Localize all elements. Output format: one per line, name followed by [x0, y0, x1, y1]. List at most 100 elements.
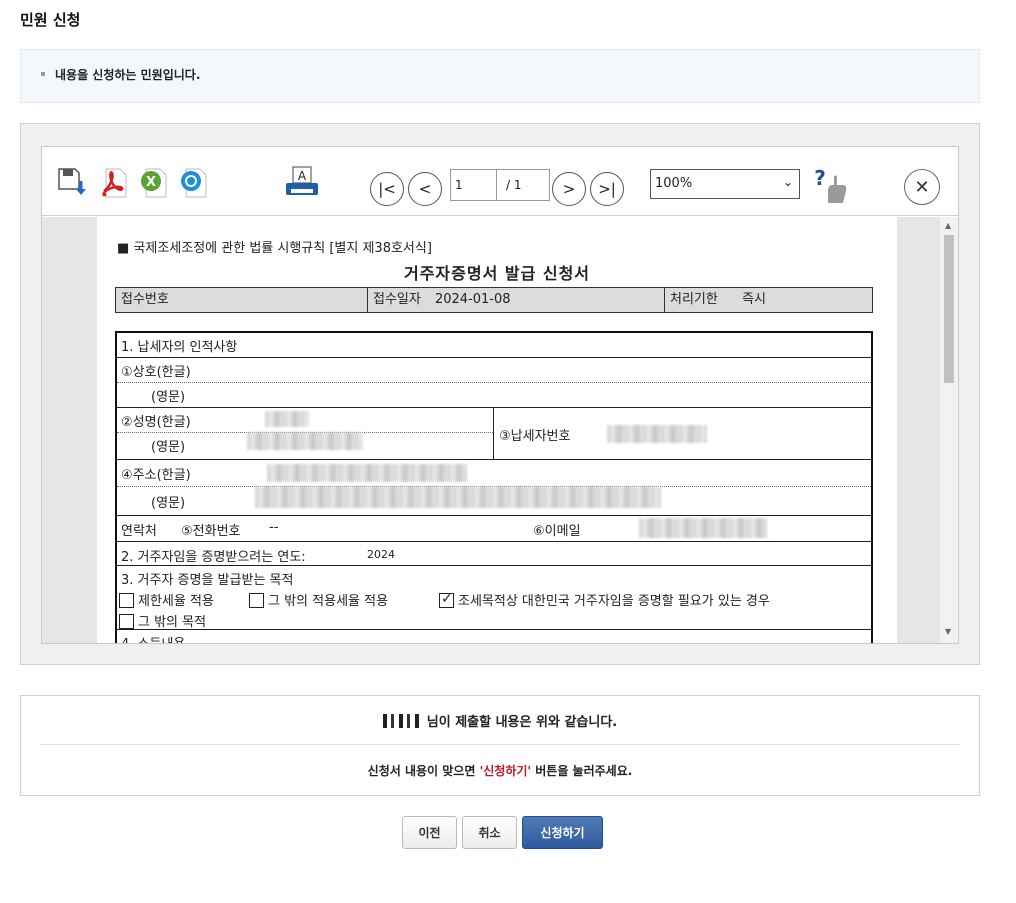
name-kr-label: ②성명(한글) — [121, 415, 191, 430]
notice-text: 내용을 신청하는 민원입니다. — [55, 68, 201, 82]
cell-divider — [493, 408, 494, 459]
receipt-date-value: 2024-01-08 — [434, 292, 511, 307]
receipt-meta-table: 접수번호 접수일자 2024-01-08 처리기한 즉시 — [115, 287, 873, 313]
vertical-scrollbar[interactable]: ▲ ▼ — [940, 217, 958, 643]
svg-text:?: ? — [814, 167, 826, 190]
excel-icon[interactable]: X — [138, 167, 170, 199]
next-page-button[interactable]: > — [552, 172, 586, 206]
close-viewer-button[interactable]: ✕ — [904, 169, 940, 205]
form-law-reference: ■ 국제조세조정에 관한 법률 시행규칙 [별지 제38호서식] — [117, 241, 432, 256]
instruction-prefix: 신청서 내용이 맞으면 — [367, 764, 480, 778]
redacted-name-en — [247, 432, 363, 450]
checkbox[interactable] — [249, 593, 264, 608]
page-current: 1 — [455, 178, 463, 192]
section2-title: 2. 거주자임을 증명받으려는 연도: — [121, 550, 306, 565]
purpose-3-label: 조세목적상 대한민국 거주자임을 증명할 필요가 있는 경우 — [458, 594, 770, 609]
document-area: ■ 국제조세조정에 관한 법률 시행규칙 [별지 제38호서식] 거주자증명서 … — [42, 217, 958, 643]
scrollbar-thumb[interactable] — [944, 235, 954, 383]
section4-row: 4. 소득내용 — [117, 629, 871, 643]
confirmation-box: 님이 제출할 내용은 위와 같습니다. 신청서 내용이 맞으면 '신청하기' 버… — [20, 695, 980, 796]
redacted-email — [639, 518, 767, 538]
svg-text:X: X — [146, 175, 156, 190]
section1-row: 1. 납세자의 인적사항 — [117, 333, 871, 357]
document-page: ■ 국제조세조정에 관한 법률 시행규칙 [별지 제38호서식] 거주자증명서 … — [97, 217, 897, 643]
application-form: 1. 납세자의 인적사항 ①상호(한글) (영문) ②성명(한글) (영문) ③… — [115, 331, 873, 643]
name-en-label: (영문) — [151, 440, 186, 455]
phone-label: ⑤전화번호 — [181, 524, 241, 539]
masked-username — [382, 714, 423, 728]
zoom-value: 100% — [655, 176, 693, 191]
page-title: 민원 신청 — [20, 11, 81, 29]
confirmation-text: 님이 제출할 내용은 위와 같습니다. — [426, 715, 618, 730]
section3-row: 3. 거주자 증명을 발급받는 목적 제한세율 적용 그 밖의 적용세율 적용 … — [117, 565, 871, 630]
redacted-address-en — [255, 486, 661, 508]
last-page-button[interactable]: >| — [590, 172, 624, 206]
section3-title: 3. 거주자 증명을 발급받는 목적 — [121, 573, 294, 588]
address-en-label: (영문) — [151, 496, 186, 511]
year-value: 2024 — [367, 548, 395, 561]
purpose-option-3[interactable]: 조세목적상 대한민국 거주자임을 증명할 필요가 있는 경우 — [439, 590, 770, 609]
phone-value: -- — [269, 520, 279, 535]
help-icon[interactable]: ? — [812, 167, 852, 205]
receipt-no-label: 접수번호 — [121, 292, 169, 307]
deadline-label: 처리기한 — [670, 292, 718, 307]
company-kr-label: ①상호(한글) — [121, 365, 191, 380]
document-viewer: X A |< < 1 / 1 > >| 100% ⌄ ? ✕ ■ 국제조세조정에… — [41, 146, 959, 644]
purpose-1-label: 제한세율 적용 — [138, 594, 214, 609]
address-kr-label: ④주소(한글) — [121, 468, 191, 483]
section1-title: 1. 납세자의 인적사항 — [121, 340, 238, 355]
taxpayer-no-label: ③납세자번호 — [499, 429, 571, 444]
name-row: ②성명(한글) (영문) ③납세자번호 — [117, 407, 871, 459]
zoom-select[interactable]: 100% ⌄ — [650, 169, 800, 199]
document-viewer-frame: X A |< < 1 / 1 > >| 100% ⌄ ? ✕ ■ 국제조세조정에… — [20, 123, 980, 665]
form-title: 거주자증명서 발급 신청서 — [403, 264, 591, 283]
purpose-option-1[interactable]: 제한세율 적용 — [119, 590, 214, 609]
viewer-toolbar: X A |< < 1 / 1 > >| 100% ⌄ ? ✕ — [42, 147, 958, 216]
pdf-icon[interactable] — [98, 167, 130, 199]
confirmation-line2: 신청서 내용이 맞으면 '신청하기' 버튼을 눌러주세요. — [21, 762, 979, 779]
purpose-option-2[interactable]: 그 밖의 적용세율 적용 — [249, 590, 388, 609]
svg-text:A: A — [298, 169, 307, 183]
redacted-name-kr — [265, 411, 309, 427]
purpose-2-label: 그 밖의 적용세율 적용 — [268, 594, 389, 609]
purpose-option-4[interactable]: 그 밖의 목적 — [119, 611, 206, 630]
contact-label: 연락처 — [121, 524, 157, 539]
company-row: ①상호(한글) (영문) — [117, 357, 871, 407]
purpose-4-label: 그 밖의 목적 — [138, 615, 207, 630]
checkbox[interactable] — [119, 593, 134, 608]
scroll-up-icon[interactable]: ▲ — [945, 221, 951, 230]
prev-button[interactable]: 이전 — [402, 816, 457, 849]
hwp-icon[interactable] — [178, 167, 210, 199]
section2-row: 2. 거주자임을 증명받으려는 연도: 2024 — [117, 541, 871, 565]
page-input-divider — [496, 170, 497, 200]
submit-button[interactable]: 신청하기 — [522, 816, 603, 849]
receipt-date-label: 접수일자 — [373, 292, 421, 307]
save-download-icon[interactable] — [56, 167, 88, 199]
print-icon[interactable]: A — [284, 165, 320, 201]
deadline-cell: 처리기한 즉시 — [664, 288, 872, 312]
redacted-taxpayer-no — [607, 425, 707, 443]
contact-row: 연락처 ⑤전화번호 -- ⑥이메일 — [117, 515, 871, 541]
section4-title: 4. 소득내용 — [121, 633, 185, 643]
dotted-divider — [117, 382, 871, 383]
instruction-highlight: '신청하기' — [479, 764, 532, 778]
prev-page-button[interactable]: < — [408, 172, 442, 206]
bullet-icon — [41, 72, 45, 76]
scroll-down-icon[interactable]: ▼ — [945, 627, 951, 636]
checkbox-checked[interactable] — [439, 591, 454, 608]
redacted-address-kr — [267, 464, 467, 482]
company-en-label: (영문) — [151, 390, 186, 405]
divider — [41, 744, 959, 745]
checkbox[interactable] — [119, 614, 134, 629]
notice-box: 내용을 신청하는 민원입니다. — [20, 49, 980, 103]
receipt-date-cell: 접수일자 2024-01-08 — [367, 288, 663, 312]
confirmation-line1: 님이 제출할 내용은 위와 같습니다. — [21, 711, 979, 730]
email-label: ⑥이메일 — [533, 524, 581, 539]
address-row: ④주소(한글) (영문) — [117, 459, 871, 515]
cancel-button[interactable]: 취소 — [462, 816, 517, 849]
first-page-button[interactable]: |< — [370, 172, 404, 206]
page-number-input[interactable]: 1 / 1 — [450, 169, 550, 201]
instruction-suffix: 버튼을 눌러주세요. — [531, 764, 633, 778]
chevron-down-icon: ⌄ — [782, 175, 793, 189]
deadline-value: 즉시 — [741, 292, 766, 307]
